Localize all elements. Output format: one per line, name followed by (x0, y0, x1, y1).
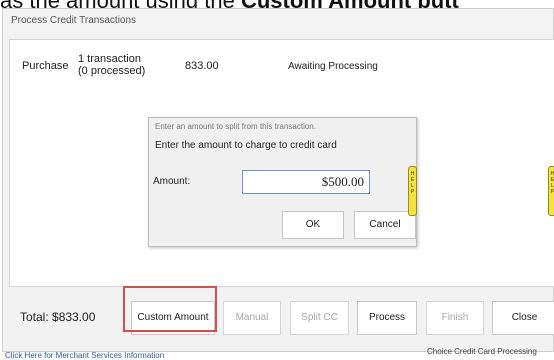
amount-input[interactable]: $500.00 (242, 170, 370, 194)
help-tab-edge[interactable]: HELP (548, 166, 554, 216)
row-count-line2: (0 processed) (78, 65, 146, 77)
custom-amount-button[interactable]: Custom Amount (131, 301, 215, 335)
dialog-title: Enter an amount to split from this trans… (155, 122, 316, 131)
split-amount-dialog: Enter an amount to split from this trans… (148, 117, 417, 247)
row-type: Purchase (22, 60, 69, 72)
dialog-prompt: Enter the amount to charge to credit car… (155, 140, 337, 151)
finish-button[interactable]: Finish (426, 301, 484, 335)
help-tab[interactable]: HELP (408, 166, 417, 216)
row-status: Awaiting Processing (288, 61, 378, 72)
close-button[interactable]: Close (492, 301, 554, 335)
row-amount: 833.00 (185, 60, 219, 72)
manual-button[interactable]: Manual (223, 301, 281, 335)
process-button[interactable]: Process (357, 301, 417, 335)
cancel-button[interactable]: Cancel (354, 211, 416, 239)
amount-label: Amount: (153, 176, 191, 187)
window-title: Process Credit Transactions (3, 9, 553, 33)
row-count-line1: 1 transaction (78, 53, 141, 65)
total-label: Total: $833.00 (20, 310, 96, 324)
ok-button[interactable]: OK (282, 211, 344, 239)
merchant-services-link[interactable]: Click Here for Merchant Services Informa… (5, 351, 164, 360)
row-count: 1 transaction (0 processed) (78, 53, 145, 77)
split-cc-button[interactable]: Split CC (290, 301, 349, 335)
